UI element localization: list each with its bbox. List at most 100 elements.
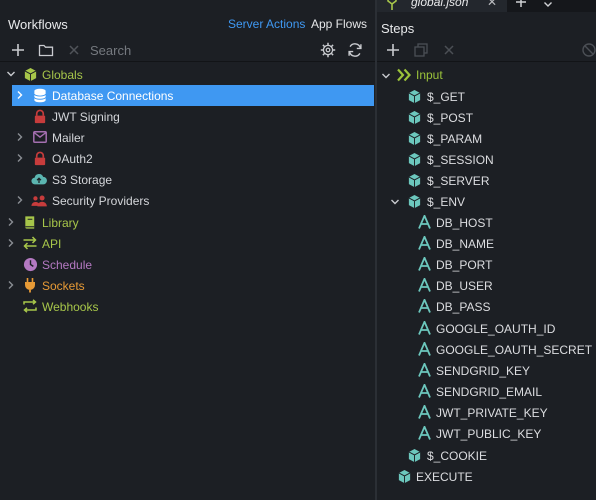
- lock-icon: [32, 150, 48, 166]
- tree-item-mailer[interactable]: Mailer: [52, 127, 85, 148]
- copy-icon[interactable]: [412, 41, 430, 59]
- tree-item-webhooks[interactable]: Webhooks: [42, 296, 98, 317]
- api-expand-chevron[interactable]: [6, 238, 16, 248]
- tree-item-api[interactable]: API: [42, 233, 61, 254]
- workflows-header: Workflows Server Actions App Flows: [0, 12, 376, 38]
- mailer-expand-chevron[interactable]: [15, 132, 25, 142]
- text-variable-icon: [416, 425, 432, 441]
- plug-icon: [22, 277, 38, 293]
- add-icon[interactable]: [9, 41, 27, 59]
- cube-icon: [406, 109, 422, 125]
- cube-icon: [396, 468, 412, 484]
- database-icon: [32, 87, 48, 103]
- add-step-icon[interactable]: [384, 41, 402, 59]
- tree-item-oauth2[interactable]: OAuth2: [52, 148, 93, 169]
- tab-close-icon[interactable]: ✕: [487, 0, 497, 9]
- refresh-icon[interactable]: [346, 41, 364, 59]
- tree-item-globals[interactable]: Globals: [42, 64, 83, 85]
- tab-global-json[interactable]: global.json ✕: [377, 0, 507, 12]
- text-variable-icon: [416, 341, 432, 357]
- tree-item-library[interactable]: Library: [42, 212, 79, 233]
- env-var-jwt-public-key[interactable]: JWT_PUBLIC_KEY: [436, 423, 541, 444]
- step-env[interactable]: $_ENV: [427, 191, 465, 212]
- cube-icon: [406, 88, 422, 104]
- input-collapse-chevron[interactable]: [381, 71, 391, 81]
- cube-icon: [406, 151, 422, 167]
- swap-arrows-icon: [22, 235, 38, 251]
- steps-toolbar: [377, 38, 596, 62]
- env-var-db-port[interactable]: DB_PORT: [436, 254, 492, 275]
- cube-icon: [406, 172, 422, 188]
- tab-app-flows[interactable]: App Flows: [311, 17, 367, 31]
- tree-item-security-providers[interactable]: Security Providers: [52, 190, 149, 211]
- cube-icon: [22, 66, 38, 82]
- env-var-sendgrid-key[interactable]: SENDGRID_KEY: [436, 360, 530, 381]
- cloud-upload-icon: [31, 171, 47, 187]
- gear-icon[interactable]: [319, 41, 337, 59]
- flow-icon: [385, 0, 399, 10]
- tab-label: global.json: [411, 0, 469, 9]
- step-get[interactable]: $_GET: [427, 86, 465, 107]
- steps-panel: global.json ✕ Steps Input $_GET $_POST $…: [377, 0, 596, 500]
- text-variable-icon: [416, 320, 432, 336]
- workflows-toolbar: [0, 38, 376, 62]
- env-var-google-oauth-id[interactable]: GOOGLE_OAUTH_ID: [436, 318, 555, 339]
- cube-icon: [406, 193, 422, 209]
- mail-icon: [32, 129, 48, 145]
- cube-icon: [406, 447, 422, 463]
- text-variable-icon: [416, 404, 432, 420]
- security-providers-expand-chevron[interactable]: [15, 195, 25, 205]
- text-variable-icon: [416, 214, 432, 230]
- step-session[interactable]: $_SESSION: [427, 149, 494, 170]
- clock-icon: [22, 256, 38, 272]
- database-connections-expand-chevron[interactable]: [15, 90, 25, 100]
- steps-title: Steps: [381, 21, 415, 36]
- text-variable-icon: [416, 235, 432, 251]
- env-collapse-chevron[interactable]: [390, 197, 400, 207]
- oauth2-expand-chevron[interactable]: [15, 153, 25, 163]
- users-icon: [31, 193, 47, 209]
- step-post[interactable]: $_POST: [427, 107, 473, 128]
- step-input[interactable]: Input: [416, 64, 443, 85]
- panel-title: Workflows: [8, 17, 68, 32]
- delete-step-icon[interactable]: [440, 41, 458, 59]
- tree-item-database-connections-label-row[interactable]: Database Connections: [52, 85, 173, 106]
- tree-item-sockets[interactable]: Sockets: [42, 275, 85, 296]
- env-var-google-oauth-secret[interactable]: GOOGLE_OAUTH_SECRET: [436, 339, 592, 360]
- tree-item-schedule[interactable]: Schedule: [42, 254, 92, 275]
- env-var-sendgrid-email[interactable]: SENDGRID_EMAIL: [436, 381, 542, 402]
- globals-collapse-chevron[interactable]: [6, 69, 16, 79]
- sockets-expand-chevron[interactable]: [6, 280, 16, 290]
- close-icon[interactable]: [65, 41, 83, 59]
- text-variable-icon: [416, 256, 432, 272]
- book-icon: [22, 214, 38, 230]
- env-var-db-name[interactable]: DB_NAME: [436, 233, 494, 254]
- env-var-db-user[interactable]: DB_USER: [436, 275, 493, 296]
- search-input[interactable]: [90, 40, 300, 60]
- tree-item-jwt-signing[interactable]: JWT Signing: [52, 106, 120, 127]
- webhook-icon: [22, 298, 38, 314]
- new-tab-icon[interactable]: [515, 0, 529, 11]
- cube-icon: [406, 130, 422, 146]
- text-variable-icon: [416, 383, 432, 399]
- step-server[interactable]: $_SERVER: [427, 170, 489, 191]
- text-variable-icon: [416, 362, 432, 378]
- env-var-jwt-private-key[interactable]: JWT_PRIVATE_KEY: [436, 402, 548, 423]
- text-variable-icon: [416, 277, 432, 293]
- tree-item-s3-storage[interactable]: S3 Storage: [52, 169, 112, 190]
- step-cookie[interactable]: $_COOKIE: [427, 445, 487, 466]
- library-expand-chevron[interactable]: [6, 217, 16, 227]
- workflows-panel: Workflows Server Actions App Flows Globa…: [0, 0, 376, 500]
- tabs-dropdown-chevron-icon[interactable]: [543, 0, 553, 8]
- step-execute[interactable]: EXECUTE: [416, 466, 473, 487]
- env-var-db-pass[interactable]: DB_PASS: [436, 296, 490, 317]
- step-param[interactable]: $_PARAM: [427, 128, 482, 149]
- folder-icon[interactable]: [37, 41, 55, 59]
- env-var-db-host[interactable]: DB_HOST: [436, 212, 493, 233]
- tab-server-actions[interactable]: Server Actions: [228, 17, 305, 31]
- lock-icon: [32, 108, 48, 124]
- disable-step-icon[interactable]: [580, 41, 596, 59]
- double-chevron-icon: [396, 67, 412, 83]
- editor-tabbar: global.json ✕: [377, 0, 596, 12]
- text-variable-icon: [416, 298, 432, 314]
